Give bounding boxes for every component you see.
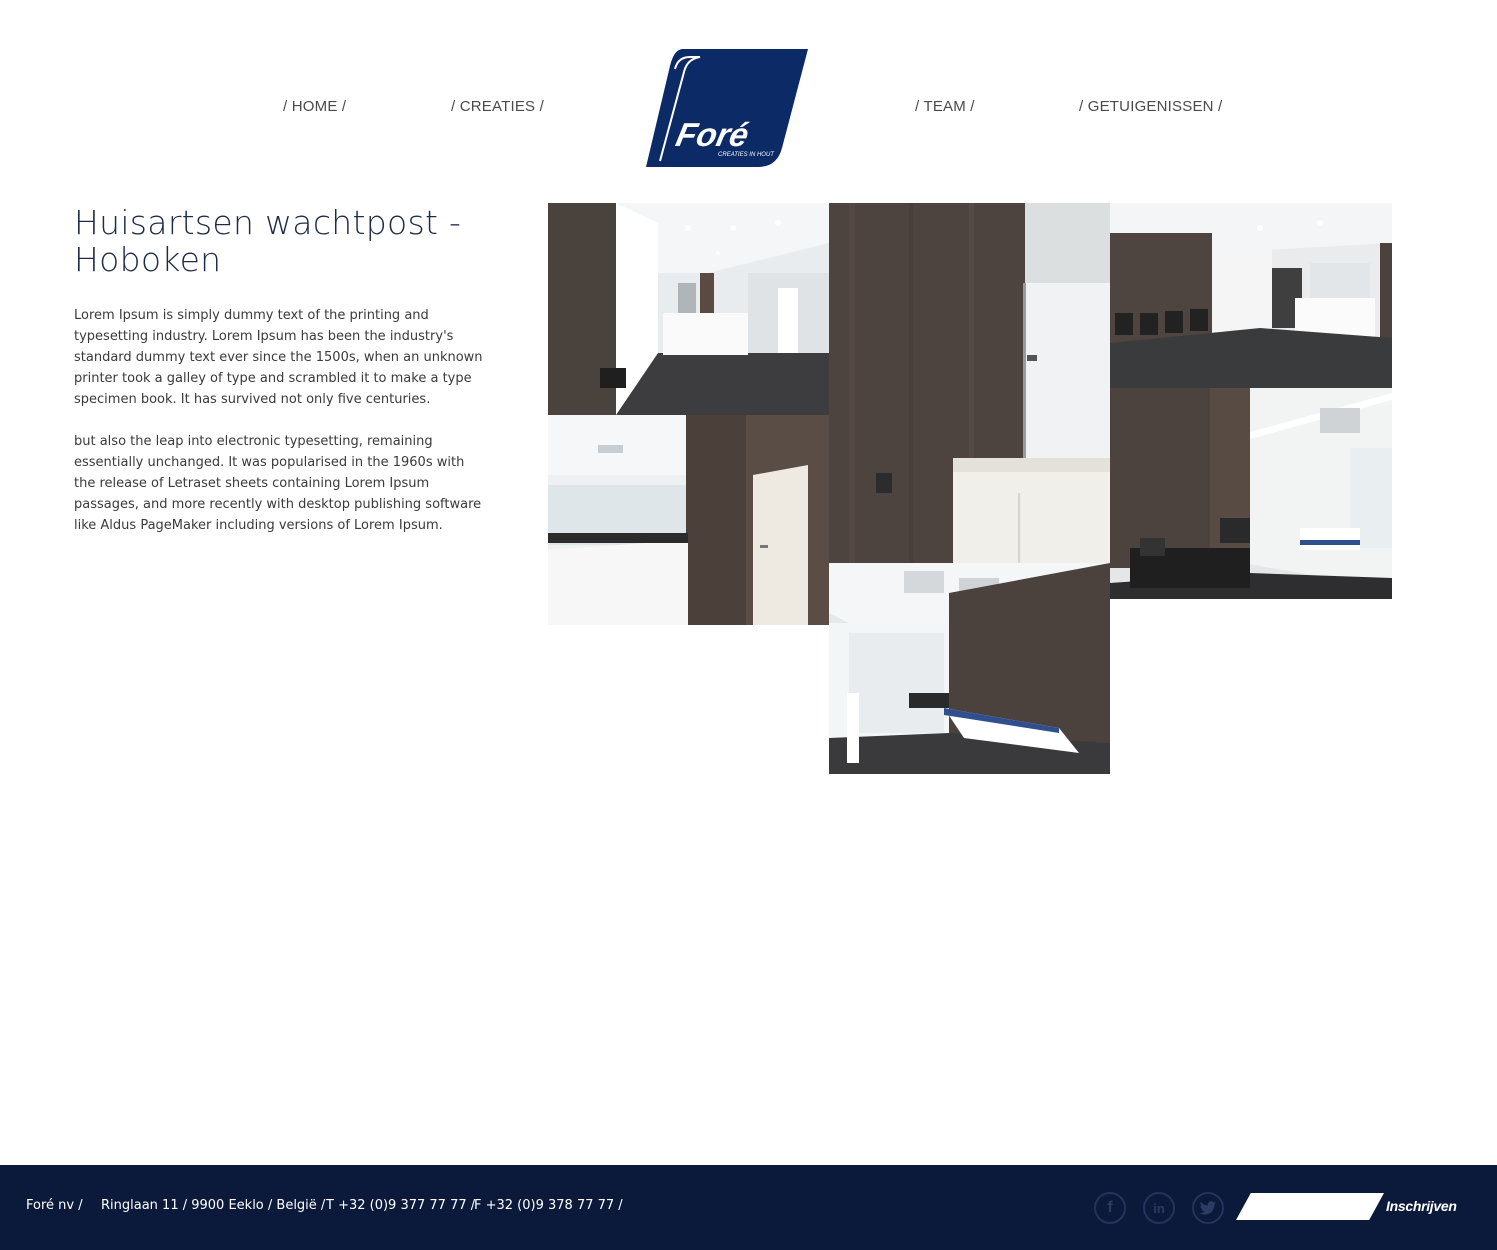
- gallery-photo-desk[interactable]: [548, 415, 829, 625]
- footer-company: Foré nv /: [26, 1198, 83, 1213]
- logo-wordmark: Foré: [673, 117, 752, 154]
- photo-wall-image: [829, 203, 1110, 563]
- footer-fax: F +32 (0)9 378 77 77 /: [474, 1198, 623, 1213]
- photo-waiting-area-image: [1110, 203, 1392, 388]
- facebook-icon[interactable]: f: [1094, 1192, 1126, 1224]
- fore-logo[interactable]: Foré CREATIES IN HOUT: [645, 48, 809, 169]
- gallery-photo-treatment-room[interactable]: [829, 563, 1110, 774]
- page-title: Huisartsen wachtpost - Hoboken: [74, 203, 462, 279]
- twitter-icon[interactable]: [1192, 1192, 1224, 1224]
- subscribe-button[interactable]: Inschrijven: [1386, 1198, 1457, 1214]
- footer-address: Ringlaan 11 / 9900 Eeklo / België /: [101, 1198, 326, 1213]
- photo-treatment-room-image: [829, 563, 1110, 774]
- nav-getuigenissen[interactable]: / GETUIGENISSEN /: [1079, 98, 1222, 115]
- linkedin-icon[interactable]: in: [1143, 1192, 1175, 1224]
- article-paragraph: but also the leap into electronic typese…: [74, 434, 482, 533]
- fore-logo-mark: Foré CREATIES IN HOUT: [646, 49, 808, 167]
- logo-tagline: CREATIES IN HOUT: [718, 152, 775, 158]
- nav-team[interactable]: / TEAM /: [915, 98, 975, 115]
- gallery-photo-consultation-room[interactable]: [1110, 388, 1392, 599]
- photo-consultation-room-image: [1110, 388, 1392, 599]
- gallery-photo-waiting-area[interactable]: [1110, 203, 1392, 388]
- footer-phone[interactable]: T +32 (0)9 377 77 77 /: [326, 1198, 475, 1213]
- gallery-photo-wall[interactable]: [829, 203, 1110, 563]
- nav-home[interactable]: / HOME /: [283, 98, 346, 115]
- nav-creaties[interactable]: / CREATIES /: [451, 98, 544, 115]
- twitter-bird-glyph: [1199, 1200, 1217, 1215]
- gallery-photo-reception[interactable]: [548, 203, 829, 415]
- subscribe-email-input[interactable]: [1236, 1193, 1384, 1220]
- site-footer: Foré nv / Ringlaan 11 / 9900 Eeklo / Bel…: [0, 1165, 1497, 1250]
- article-paragraph: Lorem Ipsum is simply dummy text of the …: [74, 308, 483, 407]
- photo-reception-image: [548, 203, 829, 415]
- photo-desk-image: [548, 415, 829, 625]
